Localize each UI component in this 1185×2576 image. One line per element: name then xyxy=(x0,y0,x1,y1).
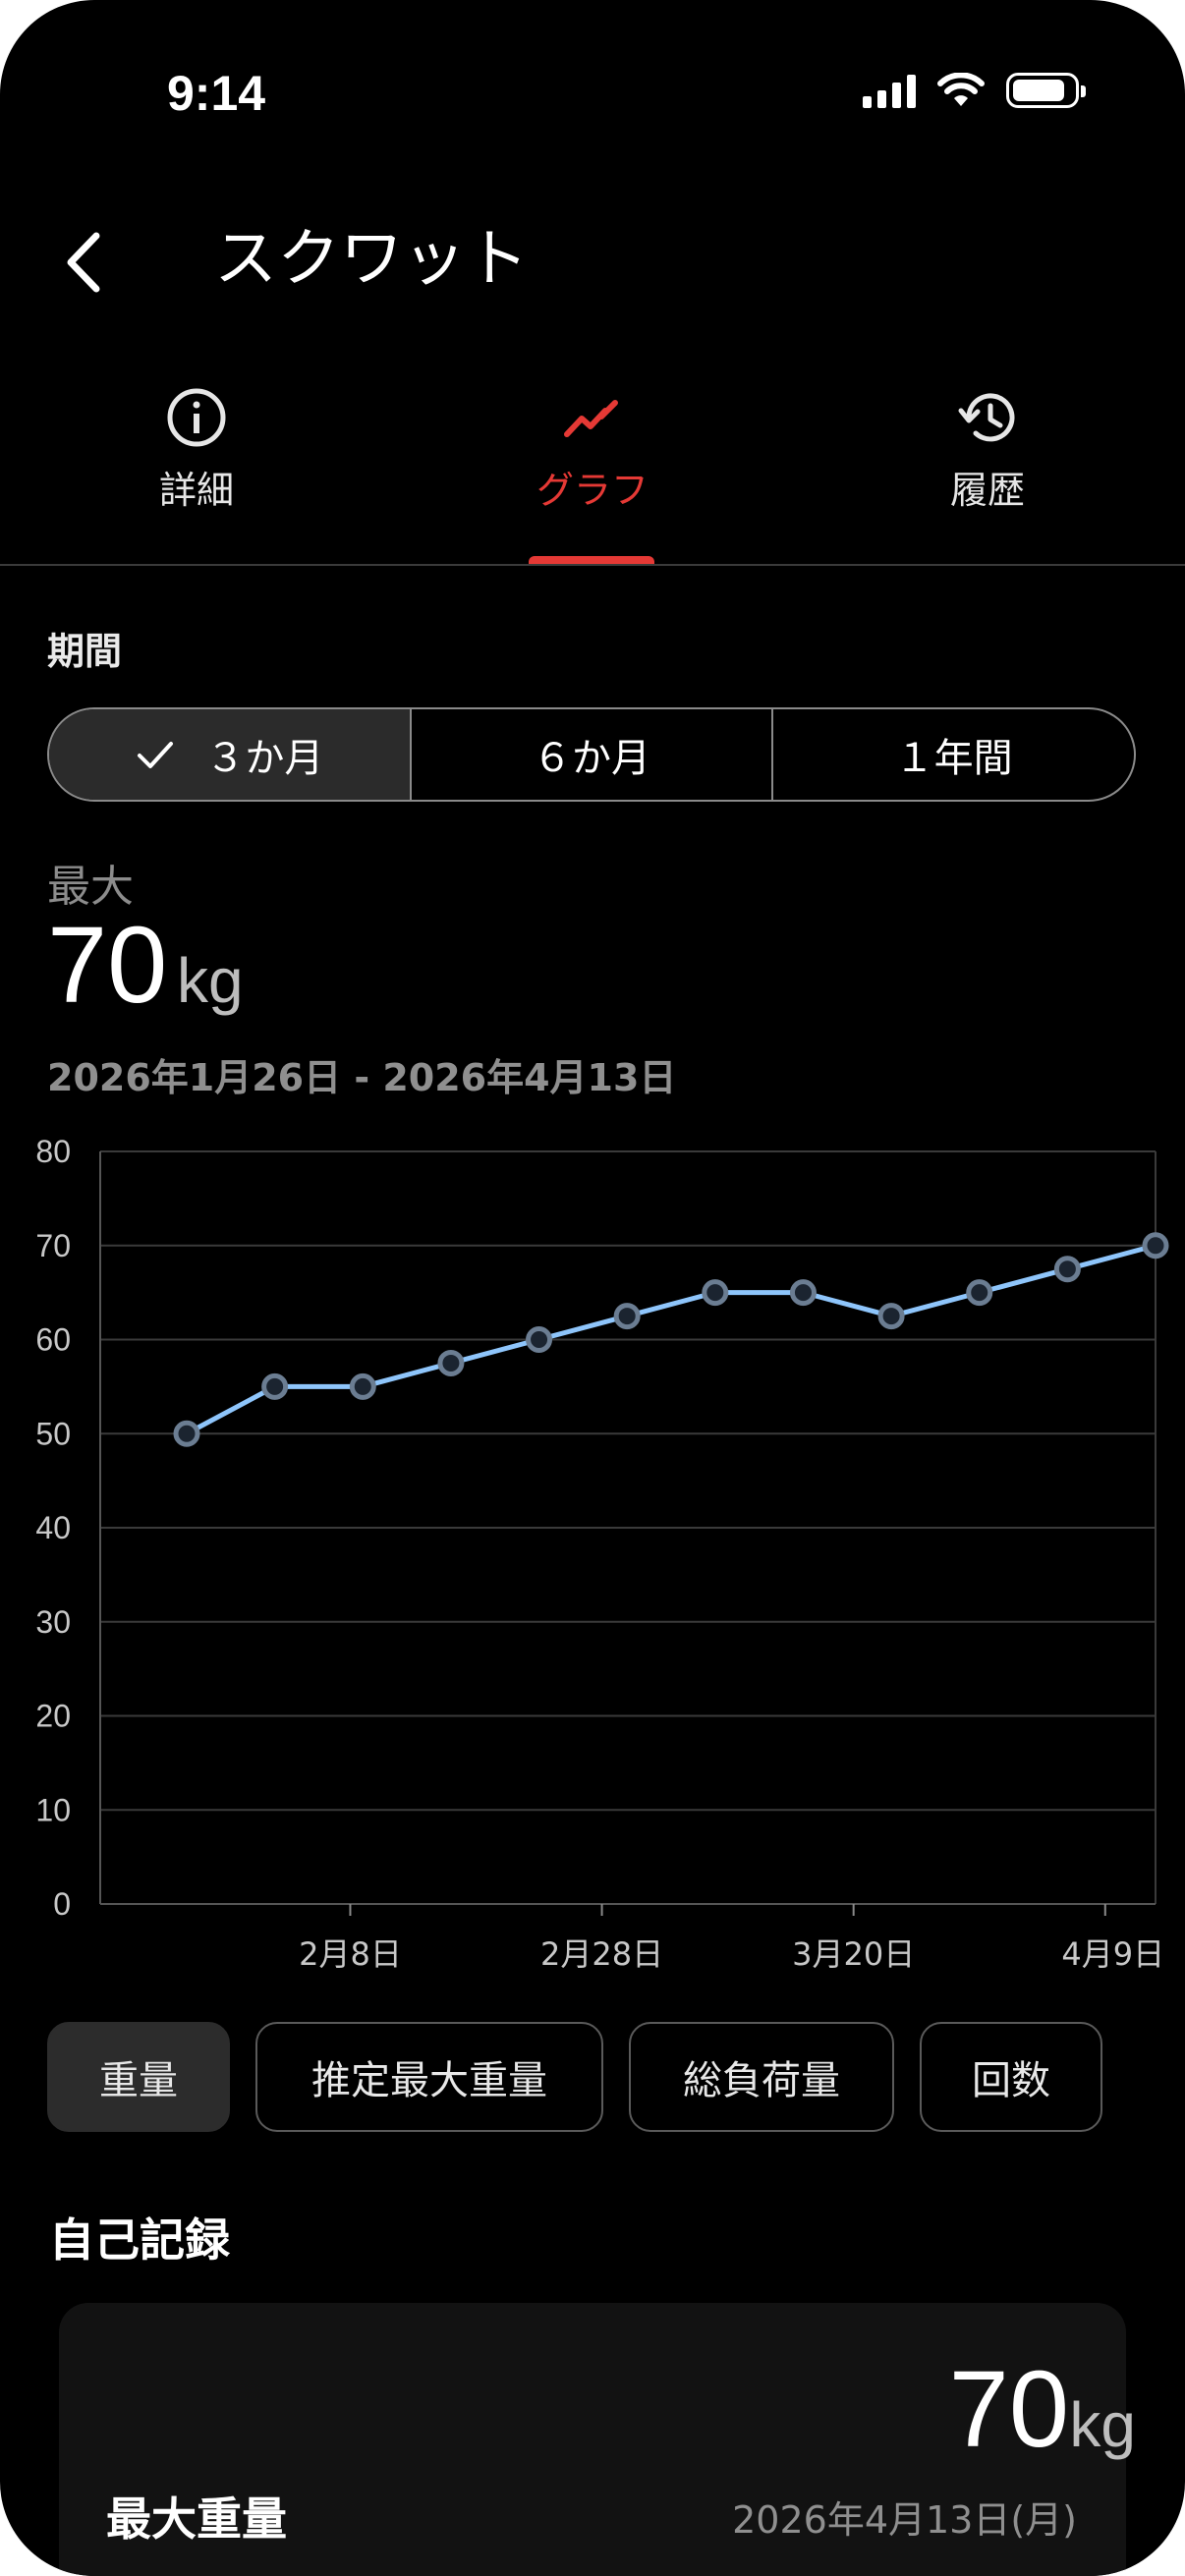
data-point xyxy=(966,1279,993,1307)
tab-label: 履歴 xyxy=(949,469,1025,512)
period-label: 期間 xyxy=(47,630,123,673)
tab-details[interactable]: 詳細 xyxy=(69,383,324,514)
x-tick-label: 2月28日 xyxy=(540,1935,663,1973)
record-unit: kg xyxy=(1069,2389,1136,2460)
y-tick-label: 0 xyxy=(53,1886,71,1922)
records-title: 自己記録 xyxy=(49,2213,230,2267)
tab-graph[interactable]: グラフ xyxy=(465,383,720,514)
chart-svg: 0 10 20 30 40 50 60 70 80 2月8日 2月28日 3月20日 4月9日 xyxy=(35,1134,1169,1973)
check-icon xyxy=(138,742,174,768)
y-tick-label: 50 xyxy=(35,1416,71,1451)
y-tick-label: 70 xyxy=(35,1228,71,1263)
metric-value: 70 xyxy=(47,905,168,1026)
back-chevron-icon[interactable] xyxy=(57,228,112,297)
y-tick-label: 80 xyxy=(35,1134,71,1169)
chip-weight[interactable]: 重量 xyxy=(47,2022,230,2132)
y-tick-label: 30 xyxy=(35,1604,71,1640)
period-option-label: １年間 xyxy=(894,736,1013,781)
data-point xyxy=(877,1303,905,1330)
status-icons xyxy=(863,73,1086,108)
y-tick-label: 20 xyxy=(35,1699,71,1734)
data-point xyxy=(349,1372,376,1400)
data-point xyxy=(789,1279,817,1307)
period-option-3-months[interactable]: ３か月 xyxy=(49,709,410,800)
data-point xyxy=(261,1372,289,1400)
tab-history[interactable]: 履歴 xyxy=(860,383,1115,514)
y-tick-label: 10 xyxy=(35,1792,71,1827)
y-tick-label: 40 xyxy=(35,1510,71,1545)
data-point xyxy=(437,1349,465,1376)
y-tick-label: 60 xyxy=(35,1322,71,1358)
weight-chart: 0 10 20 30 40 50 60 70 80 2月8日 2月28日 3月20日 4月9日 xyxy=(0,1120,1185,1985)
info-icon xyxy=(167,388,226,447)
data-point xyxy=(526,1326,553,1353)
x-tick-label: 2月8日 xyxy=(299,1935,402,1973)
period-segmented-control: ３か月 ６か月 １年間 xyxy=(47,707,1136,802)
page-title: スクワット xyxy=(214,223,529,296)
x-tick-label: 4月9日 xyxy=(1061,1935,1164,1973)
record-label: 最大重量 xyxy=(106,2492,287,2546)
chip-total-volume[interactable]: 総負荷量 xyxy=(629,2022,894,2132)
data-point xyxy=(1053,1256,1081,1283)
record-date: 2026年4月13日(月) xyxy=(732,2498,1077,2542)
battery-icon xyxy=(1006,73,1086,108)
history-icon xyxy=(958,393,1015,442)
date-range: 2026年1月26日 - 2026年4月13日 xyxy=(47,1056,677,1099)
x-tick-label: 3月20日 xyxy=(792,1935,915,1973)
chip-reps[interactable]: 回数 xyxy=(920,2022,1102,2132)
period-option-label: ３か月 xyxy=(205,736,324,781)
data-point xyxy=(173,1420,200,1447)
signal-icon xyxy=(863,73,916,108)
chip-estimated-max[interactable]: 推定最大重量 xyxy=(255,2022,603,2132)
record-value: 70 xyxy=(948,2349,1069,2470)
tab-label: 詳細 xyxy=(158,469,234,512)
tab-label: グラフ xyxy=(536,469,649,512)
status-time: 9:14 xyxy=(167,66,266,121)
tab-divider xyxy=(0,564,1185,566)
data-point xyxy=(613,1303,641,1330)
data-point xyxy=(702,1279,729,1307)
trend-icon xyxy=(564,400,618,437)
period-option-label: ６か月 xyxy=(533,736,650,781)
phone-screen: 9:14 スクワット 詳細 グラフ 履歴 期間 ３か月 ６か月 １年間 最大 7… xyxy=(0,0,1185,2576)
period-option-6-months[interactable]: ６か月 xyxy=(409,709,772,800)
metric-unit: kg xyxy=(177,945,244,1016)
period-option-1-year[interactable]: １年間 xyxy=(771,709,1134,800)
wifi-icon xyxy=(937,73,985,106)
data-point xyxy=(1142,1232,1169,1260)
metric-chip-group: 重量 推定最大重量 総負荷量 回数 xyxy=(47,2022,1102,2132)
